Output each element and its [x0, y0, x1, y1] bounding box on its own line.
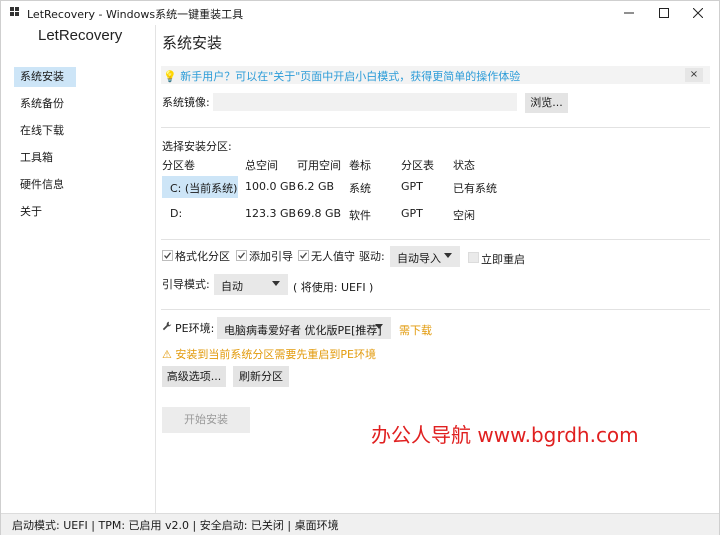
unattended-checkbox[interactable] [298, 250, 309, 261]
app-brand: LetRecovery [38, 27, 123, 44]
column-header-status: 状态 [453, 159, 475, 172]
tip-text: 💡 新手用户？可以在"关于"页面中开启小白模式，获得更简单的操作体验 [163, 70, 521, 83]
sidebar-item-toolbox[interactable]: 工具箱 [14, 148, 76, 168]
column-header-label: 卷标 [349, 159, 371, 172]
partition-d-free: 69.8 GB [297, 207, 342, 220]
app-icon [10, 7, 19, 16]
start-install-button[interactable]: 开始安装 [162, 407, 250, 433]
sidebar: LetRecovery 系统安装 系统备份 在线下载 工具箱 硬件信息 关于 [1, 25, 156, 513]
page-title: 系统安装 [162, 34, 223, 52]
chevron-down-icon [375, 324, 383, 329]
column-header-total: 总空间 [245, 159, 278, 172]
reboot-label: 立即重启 [481, 253, 525, 266]
tip-banner: 💡 新手用户？可以在"关于"页面中开启小白模式，获得更简单的操作体验 × [161, 66, 710, 84]
check-icon [164, 252, 172, 259]
chevron-down-icon [444, 253, 452, 258]
minimize-icon [624, 12, 634, 14]
check-icon [300, 252, 308, 259]
title-bar: LetRecovery - Windows系统一键重装工具 [1, 1, 719, 25]
partition-c-total: 100.0 GB [245, 180, 297, 193]
format-checkbox[interactable] [162, 250, 173, 261]
partition-d-table: GPT [401, 207, 423, 220]
wrench-icon [162, 321, 172, 331]
sidebar-item-system-backup[interactable]: 系统备份 [14, 94, 76, 114]
format-label: 格式化分区 [175, 250, 230, 263]
sidebar-item-system-install[interactable]: 系统安装 [14, 67, 76, 87]
partition-d-total: 123.3 GB [245, 207, 297, 220]
close-button[interactable] [682, 1, 714, 25]
partition-d-status: 空闲 [453, 209, 475, 222]
pe-select-value: 电脑病毒爱好者 优化版PE[推荐] [224, 324, 382, 337]
unattended-label: 无人值守 [311, 250, 355, 263]
column-header-volume: 分区卷 [162, 159, 195, 172]
advanced-options-button[interactable]: 高级选项... [162, 366, 226, 387]
boot-mode-select[interactable]: 自动 [214, 274, 288, 295]
partition-d-volume[interactable]: D: [170, 207, 182, 220]
image-label: 系统镜像: [162, 96, 210, 109]
status-text: 启动模式: UEFI | TPM: 已启用 v2.0 | 安全启动: 已关闭 |… [12, 519, 339, 532]
chevron-down-icon [272, 281, 280, 286]
boot-mode-value: 自动 [221, 280, 243, 293]
browse-button[interactable]: 浏览... [525, 93, 568, 113]
refresh-partitions-button[interactable]: 刷新分区 [233, 366, 289, 387]
close-icon [693, 8, 703, 18]
reboot-checkbox[interactable] [468, 252, 479, 263]
divider [161, 239, 710, 240]
divider [161, 309, 710, 310]
partition-c-table: GPT [401, 180, 423, 193]
partition-c-free: 6.2 GB [297, 180, 335, 193]
divider [161, 127, 710, 128]
driver-select-value: 自动导入 [397, 252, 441, 265]
pe-select[interactable]: 电脑病毒爱好者 优化版PE[推荐] [217, 317, 391, 339]
status-bar: 启动模式: UEFI | TPM: 已启用 v2.0 | 安全启动: 已关闭 |… [1, 513, 719, 535]
pe-warning: ⚠ 安装到当前系统分区需要先重启到PE环境 [162, 348, 376, 361]
partition-c-label: 系统 [349, 182, 371, 195]
partition-d-label: 软件 [349, 209, 371, 222]
partition-section-label: 选择安装分区: [162, 140, 232, 153]
partition-c-volume[interactable]: C: (当前系统) [170, 180, 237, 196]
sidebar-item-hardware-info[interactable]: 硬件信息 [14, 175, 76, 195]
sidebar-item-about[interactable]: 关于 [14, 202, 76, 222]
app-window: LetRecovery - Windows系统一键重装工具 LetRecover… [0, 0, 720, 535]
boot-mode-label: 引导模式: [162, 278, 210, 291]
driver-select[interactable]: 自动导入 [390, 246, 460, 267]
image-path-input[interactable] [213, 93, 517, 111]
partition-c-status: 已有系统 [453, 182, 497, 195]
watermark: 办公人导航 www.bgrdh.com [371, 423, 639, 447]
minimize-button[interactable] [613, 1, 645, 25]
maximize-icon [659, 8, 669, 18]
check-icon [238, 252, 246, 259]
driver-label: 驱动: [359, 250, 385, 263]
boot-mode-note: ( 将使用: UEFI ) [293, 281, 374, 294]
pe-label: PE环境: [175, 322, 215, 335]
tip-close-button[interactable]: × [685, 68, 703, 82]
column-header-free: 可用空间 [297, 159, 341, 172]
column-header-partition-table: 分区表 [401, 159, 434, 172]
add-boot-label: 添加引导 [249, 250, 293, 263]
window-title: LetRecovery - Windows系统一键重装工具 [27, 8, 244, 21]
add-boot-checkbox[interactable] [236, 250, 247, 261]
sidebar-item-online-download[interactable]: 在线下载 [14, 121, 76, 141]
pe-download-link[interactable]: 需下载 [399, 322, 432, 338]
maximize-button[interactable] [648, 1, 680, 25]
